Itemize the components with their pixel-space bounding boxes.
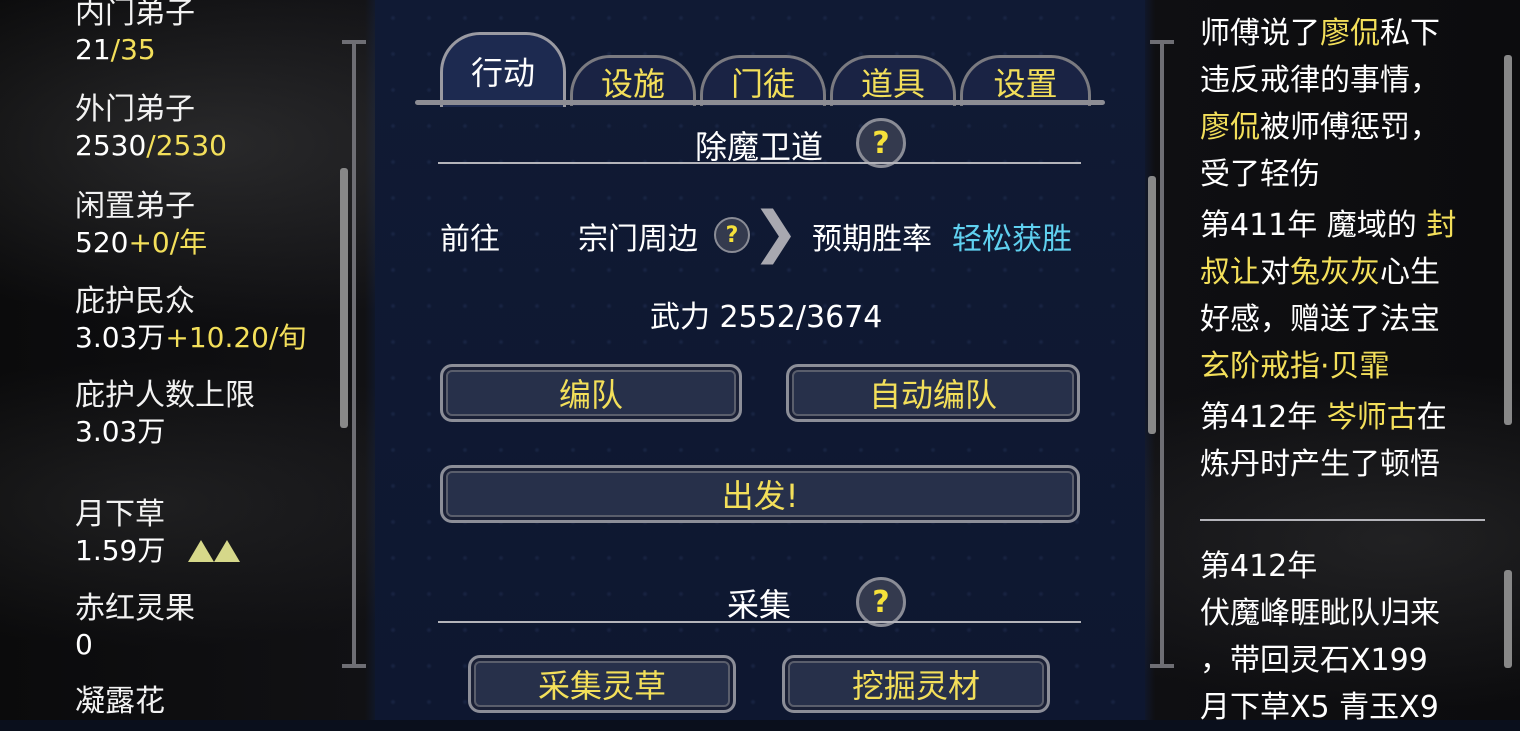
resource-value: 520+0/年: [75, 226, 208, 259]
tab-action[interactable]: 行动: [440, 32, 566, 107]
log-scrollbar-bottom[interactable]: [1504, 570, 1512, 668]
log-line: 第411年 魔域的 封: [1200, 202, 1490, 249]
resource-value: 3.03万: [75, 415, 166, 448]
highlighted-name: 封: [1426, 208, 1457, 243]
resource-panel[interactable]: 内门弟子 21/35 外门弟子 2530/2530 闲置弟子 520+0/年 庇…: [0, 0, 340, 720]
log-text: 第411年 魔域的: [1200, 208, 1427, 243]
tab-settings[interactable]: 设置: [960, 55, 1091, 106]
log-line: 伏魔峰睚眦队归来: [1200, 596, 1440, 631]
win-rate-value: 轻松获胜: [952, 222, 1072, 257]
log-line: 叔让对兔灰灰心生: [1200, 249, 1490, 296]
log-entry: 第412年 岑师古在炼丹时产生了顿悟: [1200, 394, 1490, 488]
tab-items[interactable]: 道具: [830, 55, 956, 106]
log-line: 炼丹时产生了顿悟: [1200, 441, 1490, 488]
log-text: 好感，赠送了法宝: [1200, 302, 1440, 337]
event-log[interactable]: 师傅说了廖侃私下 违反戒律的事情， 廖侃被师傅惩罚， 受了轻伤 第411年 魔域的 封叔…: [1200, 10, 1490, 488]
tab-facilities[interactable]: 设施: [570, 55, 696, 106]
help-icon[interactable]: ?: [856, 118, 906, 168]
tab-bar: 行动 设施 门徒 道具 设置: [415, 10, 1105, 110]
highlighted-name: 叔让: [1200, 255, 1260, 290]
help-icon[interactable]: ?: [714, 217, 750, 253]
event-log-recent[interactable]: 第412年 伏魔峰睚眦队归来 ，带回灵石X199 月下草X5 青玉X9: [1200, 543, 1490, 731]
log-text: 违反戒律的事情，: [1200, 63, 1440, 98]
log-line: 廖侃被师傅惩罚，: [1200, 104, 1490, 151]
gather-herbs-button[interactable]: 采集灵草: [468, 655, 736, 713]
help-icon[interactable]: ?: [856, 577, 906, 627]
log-text: 被师傅惩罚，: [1260, 110, 1440, 145]
power-text: 武力 2552/3674: [650, 300, 883, 335]
divider-cap: [342, 664, 366, 668]
log-entry: 第411年 魔域的 封叔让对兔灰灰心生 好感，赠送了法宝 玄阶戒指·贝霏: [1200, 202, 1490, 390]
highlighted-name: 廖侃: [1200, 110, 1260, 145]
highlighted-name: 廖侃: [1320, 16, 1380, 51]
log-line: 第412年: [1200, 549, 1318, 584]
highlighted-name: 岑师古: [1326, 400, 1417, 435]
resource-sheltered-people: 庇护民众 3.03万+10.20/旬: [75, 284, 306, 356]
log-line: 好感，赠送了法宝: [1200, 296, 1490, 343]
tab-disciples[interactable]: 门徒: [700, 55, 826, 106]
resource-inner-disciples: 内门弟子 21/35: [75, 0, 195, 68]
log-line: 受了轻伤: [1200, 151, 1490, 198]
section-divider: [438, 621, 1081, 623]
item-value: 0: [75, 628, 93, 661]
item-moon-grass: 月下草 1.59万: [75, 497, 241, 569]
log-line: 玄阶戒指·贝霏: [1200, 343, 1490, 390]
log-text: 第412年: [1200, 400, 1327, 435]
log-text: 私下: [1380, 16, 1440, 51]
resource-label: 外门弟子: [75, 92, 195, 127]
log-line: 师傅说了廖侃私下: [1200, 10, 1490, 57]
destination-select[interactable]: 宗门周边: [578, 214, 698, 258]
log-entry: 师傅说了廖侃私下 违反戒律的事情， 廖侃被师傅惩罚， 受了轻伤: [1200, 10, 1490, 198]
dig-materials-button[interactable]: 挖掘灵材: [782, 655, 1050, 713]
resource-value: 3.03万+10.20/旬: [75, 321, 307, 354]
ornate-arrow-icon: ❯: [752, 200, 799, 265]
log-line: 违反戒律的事情，: [1200, 57, 1490, 104]
resource-label: 闲置弟子: [75, 189, 195, 224]
depart-button[interactable]: 出发!: [440, 465, 1080, 523]
auto-team-button[interactable]: 自动编队: [786, 364, 1080, 422]
left-scrollbar[interactable]: [340, 168, 348, 428]
tab-underline: [415, 100, 1105, 105]
divider-cap: [1150, 664, 1174, 668]
log-text: 在: [1416, 400, 1447, 435]
resource-value: 21/35: [75, 33, 156, 66]
resource-value: 2530/2530: [75, 129, 227, 162]
resource-label: 庇护民众: [75, 284, 195, 319]
resource-shelter-limit: 庇护人数上限 3.03万: [75, 378, 255, 450]
log-scrollbar-top[interactable]: [1504, 55, 1512, 425]
log-text: 师傅说了: [1200, 16, 1320, 51]
section-divider: [438, 162, 1081, 164]
resource-idle-disciples: 闲置弟子 520+0/年: [75, 189, 207, 261]
right-middle-scrollbar[interactable]: [1148, 176, 1156, 434]
log-line: 月下草X5 青玉X9: [1200, 690, 1439, 725]
win-rate-label: 预期胜率: [812, 222, 932, 257]
log-text: 受了轻伤: [1200, 157, 1320, 192]
form-team-button[interactable]: 编队: [440, 364, 742, 422]
highlighted-name: 兔灰灰: [1290, 255, 1380, 290]
item-red-fruit: 赤红灵果 0: [75, 591, 195, 663]
resource-label: 内门弟子: [75, 0, 195, 31]
log-text: 对: [1260, 255, 1290, 290]
goto-label: 前往: [440, 222, 500, 257]
log-line: ，带回灵石X199: [1200, 643, 1428, 678]
resource-outer-disciples: 外门弟子 2530/2530: [75, 92, 227, 164]
item-label: 赤红灵果: [75, 591, 195, 626]
item-label: 月下草: [75, 497, 165, 532]
divider-cap: [1150, 40, 1174, 44]
log-text: 炼丹时产生了顿悟: [1200, 447, 1440, 482]
log-text: 心生: [1380, 255, 1440, 290]
section-title-gather: 采集: [727, 586, 792, 624]
log-line: 第412年 岑师古在: [1200, 394, 1490, 441]
highlighted-name: 玄阶戒指·贝霏: [1200, 349, 1390, 384]
double-up-triangle-icon: [184, 534, 241, 567]
log-divider: [1200, 519, 1485, 521]
divider-cap: [342, 40, 366, 44]
left-divider: [352, 40, 356, 668]
item-dew-flower: 凝露花: [75, 684, 165, 720]
resource-label: 庇护人数上限: [75, 378, 255, 413]
item-label: 凝露花: [75, 684, 165, 719]
right-divider: [1160, 40, 1164, 668]
item-value: 1.59万: [75, 533, 241, 569]
